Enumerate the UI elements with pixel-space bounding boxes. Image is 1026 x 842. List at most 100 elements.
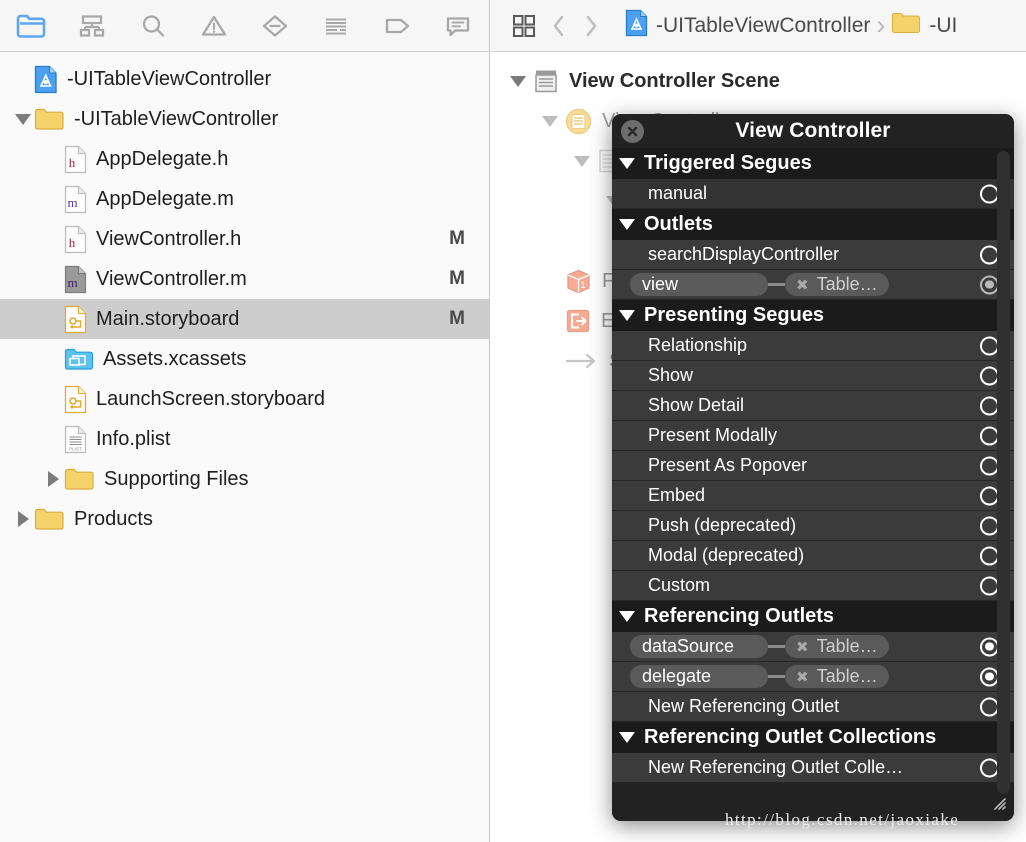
hud-section-label: Referencing Outlets (644, 605, 835, 627)
log-lines-icon[interactable] (305, 0, 366, 52)
hud-connection-row[interactable]: searchDisplayController (612, 240, 1014, 270)
disclosure-triangle-down-icon[interactable] (567, 155, 597, 167)
tree-row[interactable]: Main.storyboard M (0, 299, 489, 339)
connections-inspector-popup: View Controller Triggered Segues manual Ou… (612, 114, 1014, 821)
disclosure-triangle-down-icon[interactable] (619, 732, 635, 743)
hud-section-header[interactable]: Triggered Segues (612, 148, 1014, 179)
tree-row[interactable]: -UITableViewController (0, 59, 489, 99)
hud-connection-label: Push (deprecated) (648, 515, 797, 535)
disclosure-triangle-right-icon[interactable] (42, 471, 64, 487)
disclosure-triangle-down-icon[interactable] (619, 158, 635, 169)
hud-connection-row[interactable]: Custom (612, 571, 1014, 601)
hud-connection-label: Show (648, 365, 694, 385)
connection-target-pill[interactable]: ✖ Table… (785, 665, 889, 688)
grid-squares-icon[interactable] (505, 13, 543, 39)
disclosure-triangle-down-icon[interactable] (619, 611, 635, 622)
hud-connection-label: searchDisplayController (648, 244, 840, 264)
connection-source-pill[interactable]: delegate (630, 665, 768, 688)
svg-text:m: m (67, 195, 77, 210)
hud-connection-row[interactable]: Present As Popover (612, 451, 1014, 481)
search-icon[interactable] (122, 0, 183, 52)
hud-connection-row[interactable]: manual (612, 179, 1014, 209)
storyboard-file-icon (64, 305, 87, 334)
watermark-text: http://blog.csdn.net/jaoxiake (725, 810, 960, 829)
hud-connection-label: Present Modally (648, 425, 778, 445)
disclosure-triangle-right-icon[interactable] (12, 511, 34, 527)
tree-row[interactable]: m AppDelegate.m (0, 179, 489, 219)
breadcrumb-separator: › (876, 10, 886, 40)
connection-target-pill[interactable]: ✖ Table… (785, 273, 889, 296)
breadcrumb-folder-label: -UI (929, 13, 958, 37)
chevron-right-icon[interactable] (575, 13, 607, 39)
tree-row[interactable]: m ViewController.m M (0, 259, 489, 299)
hud-connection-row[interactable]: delegate ✖ Table… (612, 662, 1014, 692)
hud-connection-row[interactable]: Modal (deprecated) (612, 541, 1014, 571)
tree-row-label: ViewController.h (96, 227, 242, 250)
hud-connection-row[interactable]: Push (deprecated) (612, 511, 1014, 541)
objc-file-icon: m (64, 185, 87, 214)
hud-connection-row[interactable]: New Referencing Outlet (612, 692, 1014, 722)
hud-section-label: Triggered Segues (644, 152, 812, 174)
connection-line (768, 645, 785, 648)
navigator-toolbar (0, 0, 489, 52)
tree-row[interactable]: Products (0, 499, 489, 539)
connection-source-pill[interactable]: view (630, 273, 768, 296)
warning-triangle-icon[interactable] (183, 0, 244, 52)
tree-row[interactable]: Assets.xcassets (0, 339, 489, 379)
close-icon[interactable] (621, 120, 644, 143)
breadcrumb-item-project[interactable]: -UITableViewController (625, 9, 870, 42)
disconnect-icon[interactable]: ✖ (796, 638, 809, 656)
tree-row[interactable]: Supporting Files (0, 459, 489, 499)
chevron-left-icon[interactable] (543, 13, 575, 39)
tree-row-label: Assets.xcassets (103, 347, 247, 370)
tree-row-label: Main.storyboard (96, 307, 240, 330)
disconnect-icon[interactable]: ✖ (796, 276, 809, 294)
hud-scrollbar[interactable] (997, 151, 1010, 794)
hud-connection-label: Embed (648, 485, 706, 505)
hierarchy-icon[interactable] (61, 0, 122, 52)
folder-icon (64, 467, 95, 492)
hud-connection-row[interactable]: dataSource ✖ Table… (612, 632, 1014, 662)
hud-section-header[interactable]: Presenting Segues (612, 300, 1014, 331)
hud-connection-label: Present As Popover (648, 455, 808, 475)
disclosure-triangle-down-icon[interactable] (619, 219, 635, 230)
resize-grip-icon[interactable] (991, 795, 1008, 817)
connections-list[interactable]: Triggered Segues manual Outlets searchDispl… (612, 148, 1014, 797)
hud-connection-row[interactable]: Present Modally (612, 421, 1014, 451)
hud-connection-row[interactable]: Embed (612, 481, 1014, 511)
speech-bubble-icon[interactable] (427, 0, 488, 52)
connection-source-pill[interactable]: dataSource (630, 635, 768, 658)
svg-text:h: h (69, 155, 76, 170)
folder-icon[interactable] (0, 0, 61, 52)
disclosure-triangle-down-icon[interactable] (12, 113, 34, 125)
svg-text:m: m (67, 275, 77, 290)
tree-row[interactable]: h ViewController.h M (0, 219, 489, 259)
connection-target-label: Table… (816, 636, 878, 656)
hud-section-header[interactable]: Referencing Outlet Collections (612, 722, 1014, 753)
disclosure-triangle-down-icon[interactable] (535, 115, 565, 127)
disclosure-triangle-down-icon[interactable] (619, 310, 635, 321)
hud-connection-label: Modal (deprecated) (648, 545, 805, 565)
disclosure-triangle-down-icon[interactable] (503, 75, 533, 87)
hud-section-header[interactable]: Outlets (612, 209, 1014, 240)
tag-icon[interactable] (366, 0, 427, 52)
file-tree[interactable]: -UITableViewController -UITableViewContro… (0, 53, 489, 842)
outline-row[interactable]: View Controller Scene (491, 61, 1026, 101)
tree-row[interactable]: h AppDelegate.h (0, 139, 489, 179)
scm-status-badge: M (449, 228, 465, 249)
hud-connection-row[interactable]: view ✖ Table… (612, 270, 1014, 300)
breadcrumb-item-folder[interactable]: -UI (891, 11, 957, 40)
tree-row[interactable]: PLIST Info.plist (0, 419, 489, 459)
tree-row[interactable]: LaunchScreen.storyboard (0, 379, 489, 419)
exit-icon (565, 308, 591, 334)
tree-row[interactable]: -UITableViewController (0, 99, 489, 139)
disconnect-icon[interactable]: ✖ (796, 668, 809, 686)
hud-connection-row[interactable]: New Referencing Outlet Colle… (612, 753, 1014, 783)
diamond-minus-icon[interactable] (244, 0, 305, 52)
hud-connection-row[interactable]: Show Detail (612, 391, 1014, 421)
hud-section-header[interactable]: Referencing Outlets (612, 601, 1014, 632)
connection-target-pill[interactable]: ✖ Table… (785, 635, 889, 658)
xcode-project-icon (625, 9, 648, 42)
hud-connection-row[interactable]: Show (612, 361, 1014, 391)
hud-connection-row[interactable]: Relationship (612, 331, 1014, 361)
